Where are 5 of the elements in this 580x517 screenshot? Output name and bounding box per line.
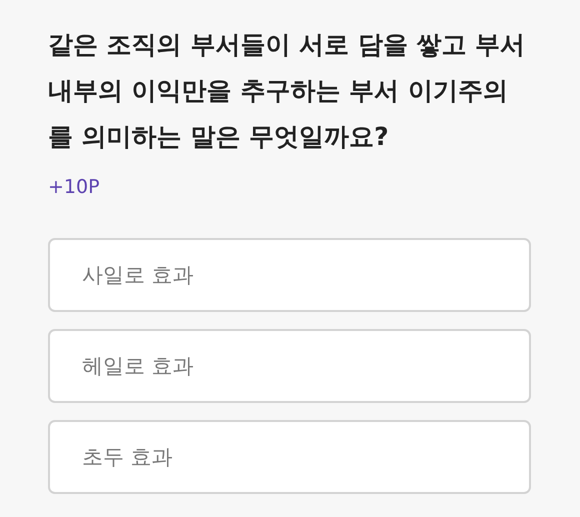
points-label: +10P [48, 176, 100, 198]
question-text: 같은 조직의 부서들이 서로 담을 쌓고 부서 내부의 이익만을 추구하는 부서 이기주의를 의미하는 말은 무엇일까요? [48, 29, 526, 153]
answer-option[interactable]: 헤일로 효과 [48, 329, 531, 403]
answer-option[interactable]: 초두 효과 [48, 420, 531, 494]
answer-option[interactable]: 사일로 효과 [48, 238, 531, 312]
